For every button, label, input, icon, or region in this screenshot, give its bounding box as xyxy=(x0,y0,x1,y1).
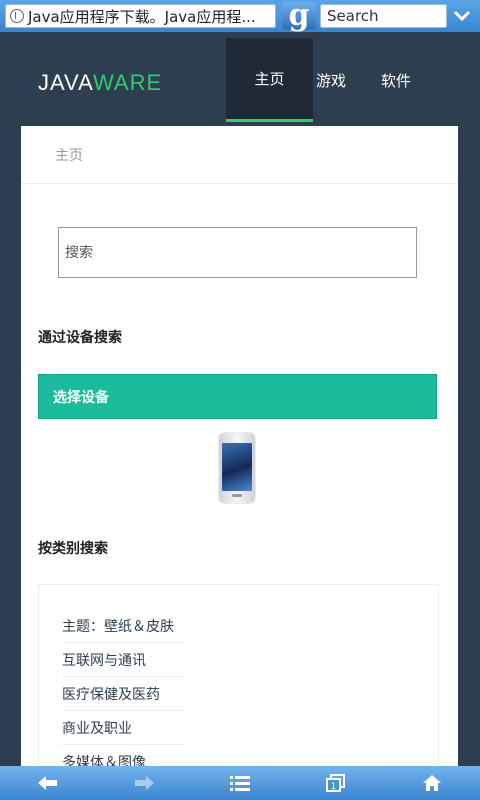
category-box: 主题：壁纸＆皮肤 互联网与通讯 医疗保健及医药 商业及职业 多媒体＆图像 xyxy=(38,584,439,779)
site-logo[interactable]: JAVAWARE xyxy=(38,70,162,96)
phone-home-button xyxy=(232,494,242,497)
breadcrumb-home[interactable]: 主页 xyxy=(55,145,83,165)
search-engine-glyph: g xyxy=(288,0,310,33)
browser-search-box[interactable]: Search xyxy=(320,4,447,28)
breadcrumb: 主页 xyxy=(21,126,458,184)
home-icon[interactable] xyxy=(412,766,452,800)
brand-java: JAVA xyxy=(38,70,93,95)
site-navbar: JAVAWARE 主页 游戏 软件 xyxy=(4,38,476,126)
nav-games[interactable]: 游戏 xyxy=(313,38,349,122)
category-item[interactable]: 商业及职业 xyxy=(62,711,185,745)
device-search-heading: 通过设备搜索 xyxy=(38,330,122,346)
select-device-button[interactable]: 选择设备 xyxy=(38,374,437,419)
browser-bottom-bar: 1 xyxy=(0,766,480,800)
category-search-heading: 按类别搜索 xyxy=(38,541,108,557)
category-item[interactable]: 主题：壁纸＆皮肤 xyxy=(62,609,185,643)
url-text: Java应用程序下载。Java应用程... xyxy=(28,7,256,26)
phone-image[interactable] xyxy=(219,433,255,503)
forward-arrow-icon[interactable] xyxy=(124,766,164,800)
search-input[interactable] xyxy=(58,227,417,278)
chevron-down-icon[interactable] xyxy=(449,4,475,28)
search-engine-logo-icon[interactable]: g xyxy=(282,0,316,33)
list-icon[interactable] xyxy=(220,766,260,800)
tabs-icon[interactable]: 1 xyxy=(316,766,356,800)
nav-software[interactable]: 软件 xyxy=(378,38,414,122)
phone-screen xyxy=(222,443,252,491)
browser-top-bar: Java应用程序下载。Java应用程... g Search xyxy=(0,0,480,32)
globe-icon xyxy=(10,9,24,23)
category-list: 主题：壁纸＆皮肤 互联网与通讯 医疗保健及医药 商业及职业 多媒体＆图像 xyxy=(62,609,185,779)
category-item[interactable]: 医疗保健及医药 xyxy=(62,677,185,711)
back-arrow-icon[interactable] xyxy=(28,766,68,800)
browser-search-placeholder: Search xyxy=(327,7,379,25)
tab-count: 1 xyxy=(331,782,337,792)
brand-ware: WARE xyxy=(92,70,163,95)
main-content: 主页 通过设备搜索 选择设备 按类别搜索 主题：壁纸＆皮肤 互联网与通讯 医疗保… xyxy=(21,126,458,779)
nav-home[interactable]: 主页 xyxy=(226,38,313,122)
url-bar[interactable]: Java应用程序下载。Java应用程... xyxy=(5,4,276,28)
category-item[interactable]: 互联网与通讯 xyxy=(62,643,185,677)
